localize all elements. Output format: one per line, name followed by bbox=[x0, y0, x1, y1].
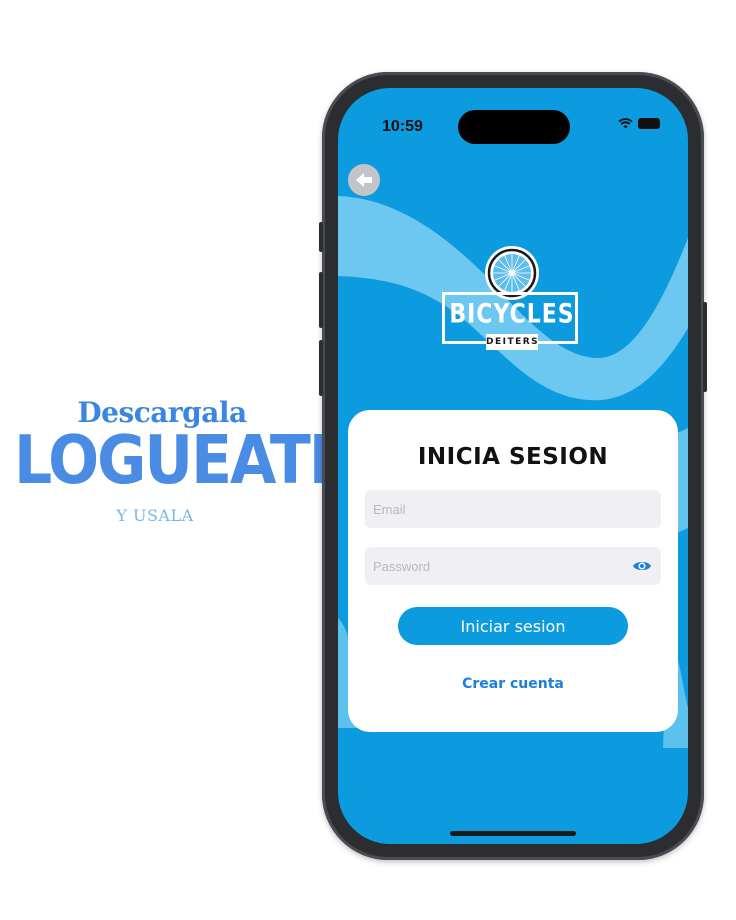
password-field[interactable] bbox=[365, 547, 661, 585]
login-button[interactable]: Iniciar sesion bbox=[398, 607, 628, 645]
phone-volume-up bbox=[319, 272, 323, 328]
email-field[interactable] bbox=[365, 490, 661, 528]
wifi-icon bbox=[618, 118, 633, 129]
phone-power-button bbox=[703, 302, 707, 392]
eye-icon[interactable] bbox=[632, 557, 652, 575]
promo-line-logueate: LOGUEATE bbox=[14, 421, 350, 500]
login-card: INICIA SESION Iniciar sesion Crear cuent… bbox=[348, 410, 678, 732]
arrow-left-icon bbox=[356, 173, 372, 187]
app-screen: 10:59 ···· BICYCLES DEITERS INICIA SESIO… bbox=[338, 88, 688, 844]
login-title: INICIA SESION bbox=[417, 444, 609, 470]
phone-action-button bbox=[319, 222, 323, 252]
status-icons: ···· bbox=[596, 118, 660, 129]
logo-subtitle: DEITERS bbox=[486, 334, 538, 350]
status-time: 10:59 bbox=[382, 118, 423, 135]
battery-icon bbox=[638, 118, 660, 129]
signal-dots-icon: ···· bbox=[595, 118, 613, 129]
bicycles-deiters-logo: BICYCLES DEITERS bbox=[442, 246, 582, 366]
create-account-link[interactable]: Crear cuenta bbox=[348, 676, 678, 692]
logo-brand-text: BICYCLES bbox=[449, 299, 575, 330]
phone-frame: 10:59 ···· BICYCLES DEITERS INICIA SESIO… bbox=[319, 72, 707, 860]
dynamic-island bbox=[458, 110, 570, 144]
back-button[interactable] bbox=[348, 164, 380, 196]
home-indicator bbox=[450, 831, 576, 836]
phone-volume-down bbox=[319, 340, 323, 396]
promo-line-usala: Y USALA bbox=[116, 506, 194, 525]
